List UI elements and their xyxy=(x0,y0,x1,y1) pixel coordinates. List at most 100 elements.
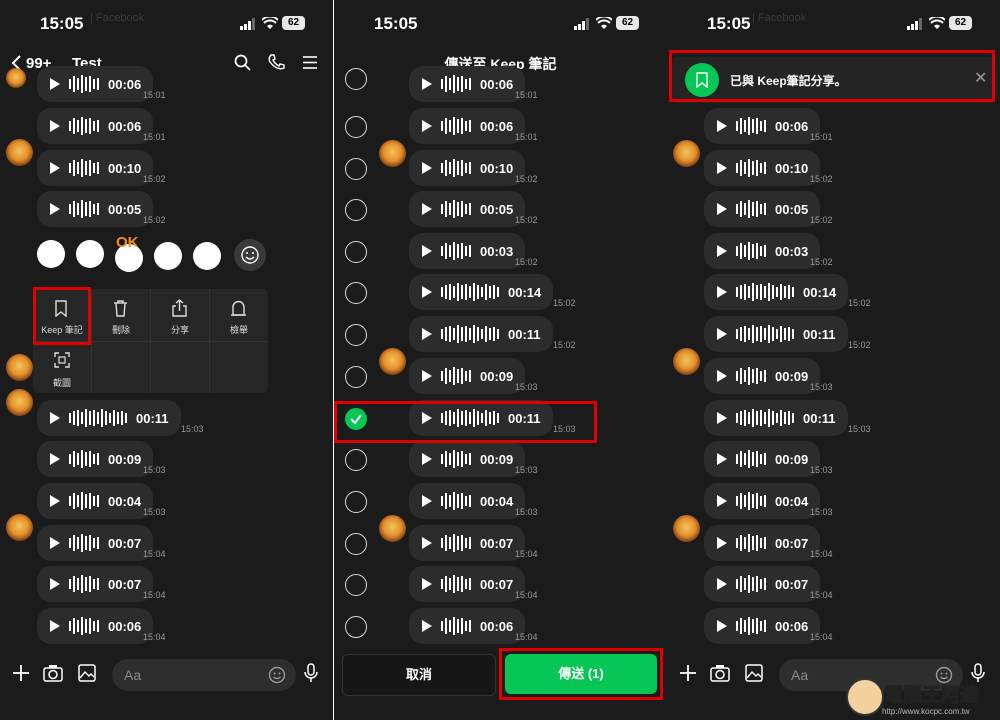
message-input[interactable]: Aa xyxy=(112,659,296,691)
play-icon[interactable] xyxy=(422,537,432,549)
play-icon[interactable] xyxy=(422,162,432,174)
emoji-icon[interactable] xyxy=(268,666,286,684)
play-icon[interactable] xyxy=(717,578,727,590)
select-checkbox[interactable] xyxy=(345,366,367,388)
select-checkbox[interactable] xyxy=(345,116,367,138)
voice-message-bubble[interactable]: 00:03 xyxy=(704,233,821,269)
avatar[interactable] xyxy=(6,389,33,416)
play-icon[interactable] xyxy=(422,78,432,90)
play-icon[interactable] xyxy=(717,203,727,215)
sticker-reaction[interactable] xyxy=(37,240,65,268)
voice-message-bubble[interactable]: 00:09 xyxy=(37,441,154,477)
voice-message-bubble[interactable]: 00:07 xyxy=(37,525,154,561)
avatar[interactable] xyxy=(673,515,700,542)
voice-message-bubble[interactable]: 00:14 xyxy=(704,274,849,310)
play-icon[interactable] xyxy=(717,162,727,174)
voice-message-bubble[interactable]: 00:06 xyxy=(37,108,154,144)
voice-message-bubble[interactable]: 00:06 xyxy=(704,108,821,144)
play-icon[interactable] xyxy=(717,453,727,465)
menu-item-delete[interactable]: 刪除 xyxy=(92,289,150,341)
voice-message-bubble[interactable]: 00:09 xyxy=(704,441,821,477)
plus-icon[interactable] xyxy=(679,664,697,682)
voice-message-bubble[interactable]: 00:10 xyxy=(409,150,526,186)
play-icon[interactable] xyxy=(50,537,60,549)
emoji-picker-button[interactable] xyxy=(234,239,266,271)
menu-item-screenshot[interactable]: 截圖 xyxy=(33,342,91,394)
play-icon[interactable] xyxy=(717,537,727,549)
image-icon[interactable] xyxy=(745,664,763,682)
voice-message-bubble[interactable]: 00:07 xyxy=(409,566,526,602)
avatar[interactable] xyxy=(379,515,406,542)
phone-icon[interactable] xyxy=(268,54,285,71)
voice-message-bubble[interactable]: 00:06 xyxy=(409,108,526,144)
play-icon[interactable] xyxy=(717,495,727,507)
play-icon[interactable] xyxy=(50,78,60,90)
avatar[interactable] xyxy=(6,514,33,541)
menu-item-share[interactable]: 分享 xyxy=(151,289,209,341)
avatar[interactable] xyxy=(673,348,700,375)
voice-message-bubble[interactable]: 00:11 xyxy=(409,316,553,352)
play-icon[interactable] xyxy=(717,245,727,257)
select-checkbox[interactable] xyxy=(345,491,367,513)
search-icon[interactable] xyxy=(234,54,251,71)
select-checkbox[interactable] xyxy=(345,199,367,221)
avatar[interactable] xyxy=(379,140,406,167)
select-checkbox[interactable] xyxy=(345,158,367,180)
voice-message-bubble[interactable]: 00:05 xyxy=(37,191,154,227)
voice-message-bubble[interactable]: 00:09 xyxy=(409,441,526,477)
sticker-reaction[interactable] xyxy=(193,242,221,270)
play-icon[interactable] xyxy=(422,578,432,590)
play-icon[interactable] xyxy=(422,370,432,382)
voice-message-bubble[interactable]: 00:04 xyxy=(704,483,821,519)
cancel-button[interactable]: 取消 xyxy=(342,654,496,696)
voice-message-bubble[interactable]: 00:11 xyxy=(704,316,848,352)
avatar[interactable] xyxy=(6,139,33,166)
voice-message-bubble[interactable]: 00:07 xyxy=(704,566,821,602)
select-checkbox[interactable] xyxy=(345,574,367,596)
voice-message-bubble[interactable]: 00:11 xyxy=(704,400,848,436)
menu-icon[interactable] xyxy=(303,56,317,69)
camera-icon[interactable] xyxy=(710,664,730,682)
voice-message-bubble[interactable]: 00:06 xyxy=(409,608,526,644)
voice-message-bubble[interactable]: 00:07 xyxy=(37,566,154,602)
voice-message-bubble[interactable]: 00:07 xyxy=(409,525,526,561)
select-checkbox[interactable] xyxy=(345,68,367,90)
play-icon[interactable] xyxy=(422,453,432,465)
play-icon[interactable] xyxy=(717,620,727,632)
avatar[interactable] xyxy=(379,348,406,375)
image-icon[interactable] xyxy=(78,664,96,682)
play-icon[interactable] xyxy=(50,620,60,632)
play-icon[interactable] xyxy=(422,245,432,257)
voice-message-bubble[interactable]: 00:14 xyxy=(409,274,554,310)
play-icon[interactable] xyxy=(717,370,727,382)
play-icon[interactable] xyxy=(422,328,432,340)
voice-message-bubble[interactable]: 00:04 xyxy=(37,483,154,519)
voice-message-bubble[interactable]: 00:06 xyxy=(37,66,154,102)
play-icon[interactable] xyxy=(50,120,60,132)
play-icon[interactable] xyxy=(422,620,432,632)
play-icon[interactable] xyxy=(422,203,432,215)
play-icon[interactable] xyxy=(50,453,60,465)
play-icon[interactable] xyxy=(717,120,727,132)
play-icon[interactable] xyxy=(717,412,727,424)
select-checkbox[interactable] xyxy=(345,241,367,263)
play-icon[interactable] xyxy=(50,162,60,174)
select-checkbox[interactable] xyxy=(345,616,367,638)
voice-message-bubble[interactable]: 00:05 xyxy=(704,191,821,227)
play-icon[interactable] xyxy=(717,286,727,298)
voice-message-bubble[interactable]: 00:06 xyxy=(409,66,526,102)
plus-icon[interactable] xyxy=(12,664,30,682)
play-icon[interactable] xyxy=(50,203,60,215)
sticker-reaction[interactable] xyxy=(76,240,104,268)
play-icon[interactable] xyxy=(717,328,727,340)
voice-message-bubble[interactable]: 00:10 xyxy=(37,150,154,186)
voice-message-bubble[interactable]: 00:06 xyxy=(37,608,154,644)
play-icon[interactable] xyxy=(50,412,60,424)
avatar[interactable] xyxy=(673,140,700,167)
sticker-reaction[interactable] xyxy=(154,242,182,270)
play-icon[interactable] xyxy=(422,120,432,132)
select-checkbox[interactable] xyxy=(345,324,367,346)
voice-message-bubble[interactable]: 00:04 xyxy=(409,483,526,519)
voice-message-bubble[interactable]: 00:10 xyxy=(704,150,821,186)
play-icon[interactable] xyxy=(422,286,432,298)
